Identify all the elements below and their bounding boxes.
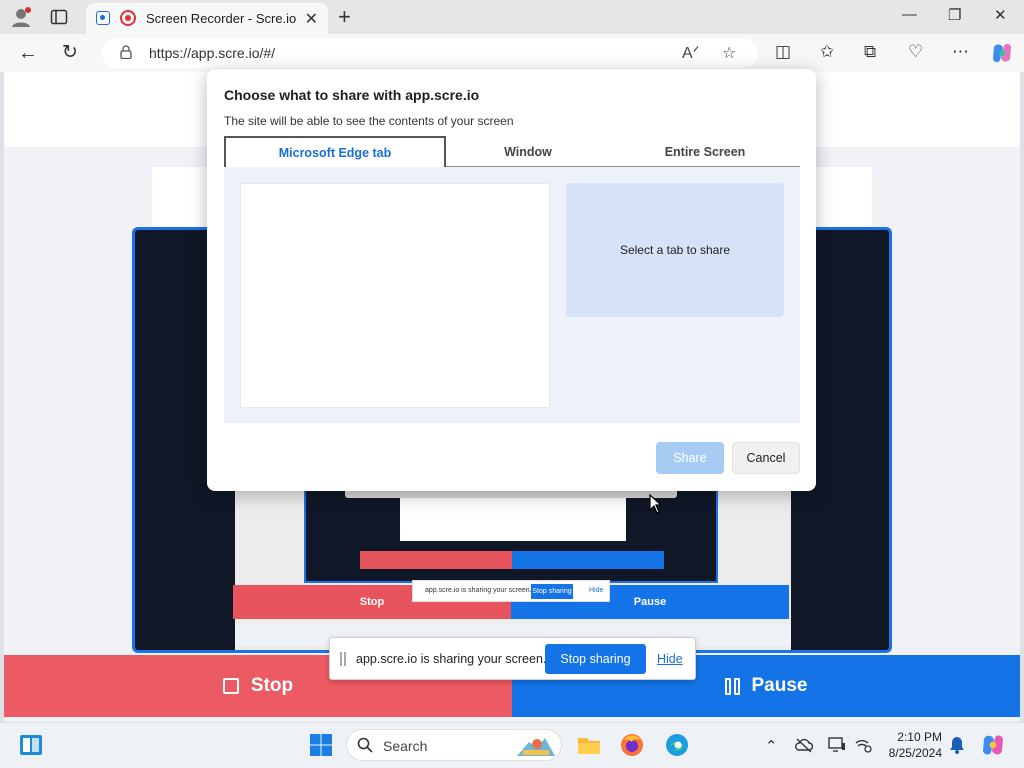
profile-icon[interactable] xyxy=(10,6,32,28)
stop-square-icon xyxy=(222,678,239,694)
screen-sharing-bar: app.scre.io is sharing your screen. Stop… xyxy=(329,637,696,680)
drag-handle-icon[interactable] xyxy=(340,652,346,666)
copilot-icon[interactable] xyxy=(990,41,1014,65)
clock-time: 2:10 PM xyxy=(897,730,942,744)
onedrive-offline-icon[interactable] xyxy=(795,737,813,753)
address-bar[interactable]: https://app.scre.io/#/ Aᐟ ☆ xyxy=(102,38,758,68)
close-window-button[interactable]: ✕ xyxy=(994,6,1007,24)
minimize-button[interactable]: — xyxy=(902,6,917,23)
widgets-icon[interactable] xyxy=(18,732,44,758)
preview-stop-sharing: Stop sharing xyxy=(531,584,573,599)
share-source-tabs: Microsoft Edge tab Window Entire Screen xyxy=(224,136,800,167)
pause-icon xyxy=(724,677,740,695)
display-icon[interactable] xyxy=(828,737,846,753)
reload-button[interactable]: ↻ xyxy=(62,41,78,64)
preview-share-bar: app.scre.io is sharing your screen. Stop… xyxy=(412,580,610,602)
select-tab-hint: Select a tab to share xyxy=(566,183,784,317)
new-tab-button[interactable]: + xyxy=(338,4,351,30)
stop-label: Stop xyxy=(250,675,294,696)
lock-icon[interactable] xyxy=(120,45,132,59)
back-button[interactable]: ← xyxy=(18,42,38,65)
share-dialog: Choose what to share with app.scre.io Th… xyxy=(207,69,816,491)
share-source-panel: Select a tab to share xyxy=(224,167,800,423)
taskbar-clock[interactable]: 2:10 PM 8/25/2024 xyxy=(882,729,942,761)
collections-icon[interactable]: ⧉ xyxy=(864,42,876,62)
record-favicon-icon xyxy=(120,10,136,26)
taskbar-search-box[interactable]: Search xyxy=(346,729,562,761)
tab-actions-icon[interactable] xyxy=(50,8,68,26)
preview-share-message: app.scre.io is sharing your screen. xyxy=(425,587,532,594)
hide-link[interactable]: Hide xyxy=(657,652,683,666)
pause-label: Pause xyxy=(751,675,808,696)
search-highlight-art-icon xyxy=(517,738,555,756)
browser-tab[interactable]: Screen Recorder - Scre.io ✕ xyxy=(86,3,328,34)
favorites-icon[interactable]: ✩ xyxy=(820,42,834,62)
restore-button[interactable]: ❐ xyxy=(948,6,961,24)
tab-entire-screen[interactable]: Entire Screen xyxy=(610,136,800,167)
windows-taskbar: Search ⌃ 2:10 PM 8/25/2024 xyxy=(0,722,1024,768)
preview-stop-label: Stop xyxy=(359,596,385,608)
tab-strip: Screen Recorder - Scre.io ✕ + — ❐ ✕ xyxy=(0,0,1024,34)
firefox-icon[interactable] xyxy=(619,732,645,758)
tab-microsoft-edge-tab[interactable]: Microsoft Edge tab xyxy=(224,136,446,167)
microsoft-edge-icon[interactable] xyxy=(664,732,690,758)
read-aloud-icon[interactable]: Aᐟ xyxy=(682,43,699,63)
file-explorer-icon[interactable] xyxy=(576,732,602,758)
settings-more-icon[interactable]: ⋯ xyxy=(952,42,969,62)
copilot-taskbar-icon[interactable] xyxy=(980,732,1006,758)
stop-sharing-button[interactable]: Stop sharing xyxy=(545,644,646,674)
preview-pause-label: Pause xyxy=(633,596,667,608)
tab-title: Screen Recorder - Scre.io xyxy=(146,11,297,26)
dialog-subtitle: The site will be able to see the content… xyxy=(224,114,514,128)
search-icon xyxy=(357,737,373,753)
preview-hide-link: Hide xyxy=(589,587,604,594)
cancel-button[interactable]: Cancel xyxy=(732,442,800,474)
search-label: Search xyxy=(383,738,428,754)
network-volume-icon[interactable] xyxy=(855,737,873,753)
close-tab-icon[interactable]: ✕ xyxy=(305,9,318,29)
sharing-message: app.scre.io is sharing your screen. xyxy=(356,652,547,666)
browser-essentials-icon[interactable]: ♡ xyxy=(908,42,923,62)
mouse-cursor-icon xyxy=(649,494,663,514)
screen-share-indicator-icon xyxy=(96,11,110,25)
clock-date: 8/25/2024 xyxy=(888,746,942,760)
share-button[interactable]: Share xyxy=(656,442,724,474)
show-hidden-icons-icon[interactable]: ⌃ xyxy=(765,737,778,755)
notification-bell-icon[interactable] xyxy=(949,736,965,754)
tab-window[interactable]: Window xyxy=(446,136,610,167)
start-windows-icon[interactable] xyxy=(309,733,333,757)
favorite-star-icon[interactable]: ☆ xyxy=(722,43,736,63)
tab-list[interactable] xyxy=(240,183,550,408)
split-screen-icon[interactable]: ◫ xyxy=(775,42,791,62)
preview-nested-stop xyxy=(360,551,514,569)
url-text[interactable]: https://app.scre.io/#/ xyxy=(149,45,275,61)
dialog-title: Choose what to share with app.scre.io xyxy=(224,87,480,103)
preview-nested-pause xyxy=(512,551,664,569)
